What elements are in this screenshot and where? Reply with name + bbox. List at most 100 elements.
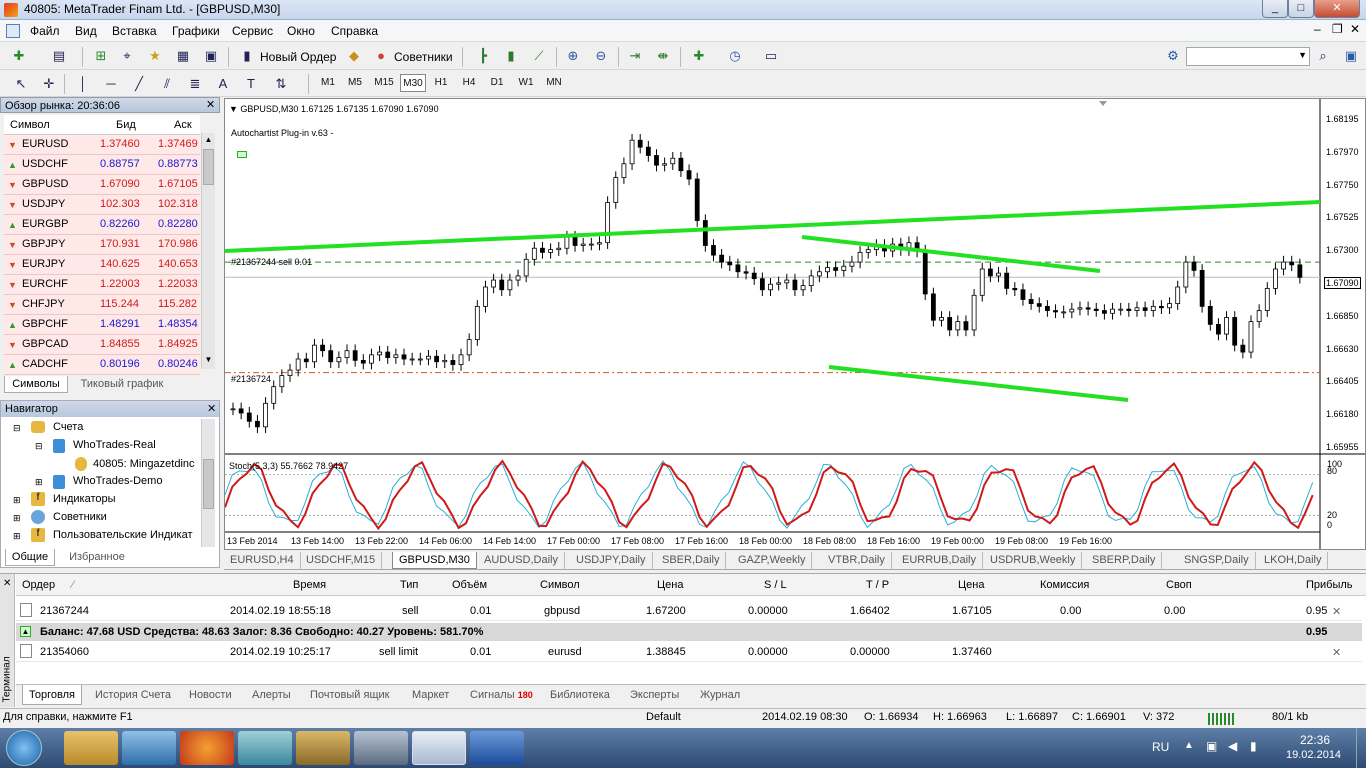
timeframe-w1[interactable]: W1 bbox=[516, 74, 536, 92]
data-window-icon[interactable]: ⌖ bbox=[116, 46, 138, 66]
trendline-icon[interactable]: ╱ bbox=[128, 74, 150, 94]
market-watch-icon[interactable]: ⊞ bbox=[90, 46, 112, 66]
col-profit[interactable]: Прибыль bbox=[1306, 579, 1353, 591]
trendline-triangle-lower[interactable] bbox=[828, 365, 1129, 402]
tab-trade[interactable]: Торговля bbox=[22, 685, 82, 705]
tray-expand-icon[interactable]: ▲ bbox=[1184, 740, 1194, 751]
navigator-scrollbar[interactable] bbox=[201, 419, 215, 547]
clock-date[interactable]: 19.02.2014 bbox=[1286, 749, 1341, 761]
minimize-button[interactable]: _ bbox=[1262, 0, 1288, 18]
menu-insert[interactable]: Вставка bbox=[112, 24, 157, 38]
nav-whotrades-real[interactable]: WhoTrades-Real bbox=[73, 439, 156, 451]
market-watch-close-icon[interactable]: ✕ bbox=[206, 98, 215, 111]
nav-account-40805[interactable]: 40805: Mingazetdinc bbox=[93, 458, 195, 470]
close-button[interactable]: ✕ bbox=[1314, 0, 1360, 18]
calculator-icon[interactable] bbox=[354, 731, 408, 765]
col-type[interactable]: Тип bbox=[400, 579, 418, 591]
tab-journal[interactable]: Журнал bbox=[700, 689, 740, 701]
col-symbol[interactable]: Символ bbox=[540, 579, 580, 591]
col-volume[interactable]: Объём bbox=[452, 579, 487, 591]
templates-icon[interactable]: ▭ bbox=[760, 46, 782, 66]
timeframe-m15[interactable]: M15 bbox=[372, 74, 396, 92]
col-tp[interactable]: T / P bbox=[866, 579, 889, 591]
media-player-icon[interactable] bbox=[122, 731, 176, 765]
terminal-icon[interactable]: ▦ bbox=[172, 46, 194, 66]
cursor-icon[interactable]: ↖ bbox=[10, 74, 32, 94]
expand-icon[interactable]: ⊞ bbox=[13, 495, 21, 506]
nav-custom-indicators[interactable]: Пользовательские Индикат bbox=[53, 529, 193, 541]
word-icon[interactable] bbox=[470, 731, 524, 765]
experts-button[interactable]: Советники bbox=[394, 50, 453, 64]
search-input[interactable]: ▼ bbox=[1186, 47, 1310, 66]
tab-library[interactable]: Библиотека bbox=[550, 689, 610, 701]
line-chart-icon[interactable]: ⟋ bbox=[528, 46, 550, 66]
chart-tab[interactable]: VTBR,Daily bbox=[822, 552, 892, 569]
new-chart-icon[interactable]: ✚ bbox=[8, 46, 30, 66]
zoom-in-icon[interactable]: ⊕ bbox=[562, 46, 584, 66]
document-icon[interactable] bbox=[6, 24, 20, 38]
channel-icon[interactable]: ⫽ bbox=[156, 74, 178, 94]
collapse-icon[interactable]: ⊟ bbox=[35, 441, 43, 452]
settings-gear-icon[interactable]: ⚙ bbox=[1162, 46, 1184, 66]
column-bid[interactable]: Бид bbox=[116, 119, 136, 131]
chart-tab[interactable]: EURRUB,Daily bbox=[896, 552, 983, 569]
metaeditor-icon[interactable]: ◆ bbox=[343, 46, 365, 66]
timeframe-h1[interactable]: H1 bbox=[432, 74, 450, 92]
col-commission[interactable]: Комиссия bbox=[1040, 579, 1089, 591]
tab-experts-log[interactable]: Эксперты bbox=[630, 689, 679, 701]
start-button[interactable] bbox=[6, 730, 42, 766]
chart-tab[interactable]: USDCHF,M15 bbox=[300, 552, 383, 569]
col-sl[interactable]: S / L bbox=[764, 579, 787, 591]
col-order[interactable]: Ордер bbox=[22, 579, 55, 591]
fibo-icon[interactable]: ≣ bbox=[184, 74, 206, 94]
firefox-icon[interactable] bbox=[180, 731, 234, 765]
maximize-button[interactable]: □ bbox=[1288, 0, 1314, 18]
new-order-icon[interactable]: ▮ bbox=[236, 46, 258, 66]
nav-whotrades-demo[interactable]: WhoTrades-Demo bbox=[73, 475, 162, 487]
col-price[interactable]: Цена bbox=[657, 579, 683, 591]
menu-charts[interactable]: Графики bbox=[172, 24, 220, 38]
tab-general[interactable]: Общие bbox=[5, 549, 55, 566]
menu-tools[interactable]: Сервис bbox=[232, 24, 273, 38]
clock-time[interactable]: 22:36 bbox=[1300, 733, 1330, 747]
chart-tab[interactable]: USDJPY,Daily bbox=[570, 552, 653, 569]
timeframe-h4[interactable]: H4 bbox=[460, 74, 478, 92]
navigator-icon[interactable]: ★ bbox=[144, 46, 166, 66]
language-indicator[interactable]: RU bbox=[1152, 740, 1169, 754]
community-icon[interactable]: ▣ bbox=[1340, 46, 1362, 66]
market-watch-row[interactable]: ▼ EURCHF 1.22003 1.22033 bbox=[4, 275, 200, 295]
market-watch-row[interactable]: ▼ GBPUSD 1.67090 1.67105 bbox=[4, 175, 200, 195]
market-watch-row[interactable]: ▲ GBPCHF 1.48291 1.48354 bbox=[4, 315, 200, 335]
new-order-button[interactable]: Новый Ордер bbox=[260, 50, 336, 64]
tab-alerts[interactable]: Алерты bbox=[252, 689, 291, 701]
autoscroll-icon[interactable]: ⇥ bbox=[624, 46, 646, 66]
tester-icon[interactable]: ▣ bbox=[200, 46, 222, 66]
market-watch-row[interactable]: ▼ USDJPY 102.303 102.318 bbox=[4, 195, 200, 215]
menu-file[interactable]: Файл bbox=[30, 24, 60, 38]
market-watch-scrollbar[interactable]: ▲ ▼ bbox=[201, 133, 215, 369]
metatrader-taskbar-icon[interactable] bbox=[412, 731, 466, 765]
chart-tab[interactable]: EURUSD,H4 bbox=[224, 552, 301, 569]
expand-icon[interactable]: ⊞ bbox=[35, 477, 43, 488]
trendline-triangle-upper[interactable] bbox=[801, 235, 1101, 273]
chart-tab[interactable]: SBER,Daily bbox=[656, 552, 727, 569]
chart-shift-icon[interactable]: ⇼ bbox=[652, 46, 674, 66]
trade-row[interactable]: 21354060 2014.02.19 10:25:17 sell limit … bbox=[16, 642, 1362, 662]
horizontal-line-icon[interactable]: ─ bbox=[100, 74, 122, 94]
chart-tab[interactable]: SNGSP,Daily bbox=[1178, 552, 1256, 569]
price-chart[interactable] bbox=[225, 99, 1365, 549]
paint-icon[interactable] bbox=[296, 731, 350, 765]
text-icon[interactable]: A bbox=[212, 74, 234, 94]
arrows-icon[interactable]: ⇅ bbox=[270, 74, 292, 94]
mdi-close-button[interactable]: ✕ bbox=[1350, 22, 1360, 36]
market-watch-row[interactable]: ▲ USDCHF 0.88757 0.88773 bbox=[4, 155, 200, 175]
tab-mailbox[interactable]: Почтовый ящик bbox=[310, 689, 389, 701]
nav-accounts[interactable]: Счета bbox=[53, 421, 83, 433]
connection-icon[interactable] bbox=[1208, 713, 1234, 725]
market-watch-row[interactable]: ▼ GBPCAD 1.84855 1.84925 bbox=[4, 335, 200, 355]
text-label-icon[interactable]: T bbox=[240, 74, 262, 94]
market-watch-row[interactable]: ▲ EURGBP 0.82260 0.82280 bbox=[4, 215, 200, 235]
experts-icon[interactable]: ● bbox=[370, 46, 392, 66]
mdi-restore-button[interactable]: ❐ bbox=[1332, 22, 1343, 36]
menu-help[interactable]: Справка bbox=[331, 24, 378, 38]
